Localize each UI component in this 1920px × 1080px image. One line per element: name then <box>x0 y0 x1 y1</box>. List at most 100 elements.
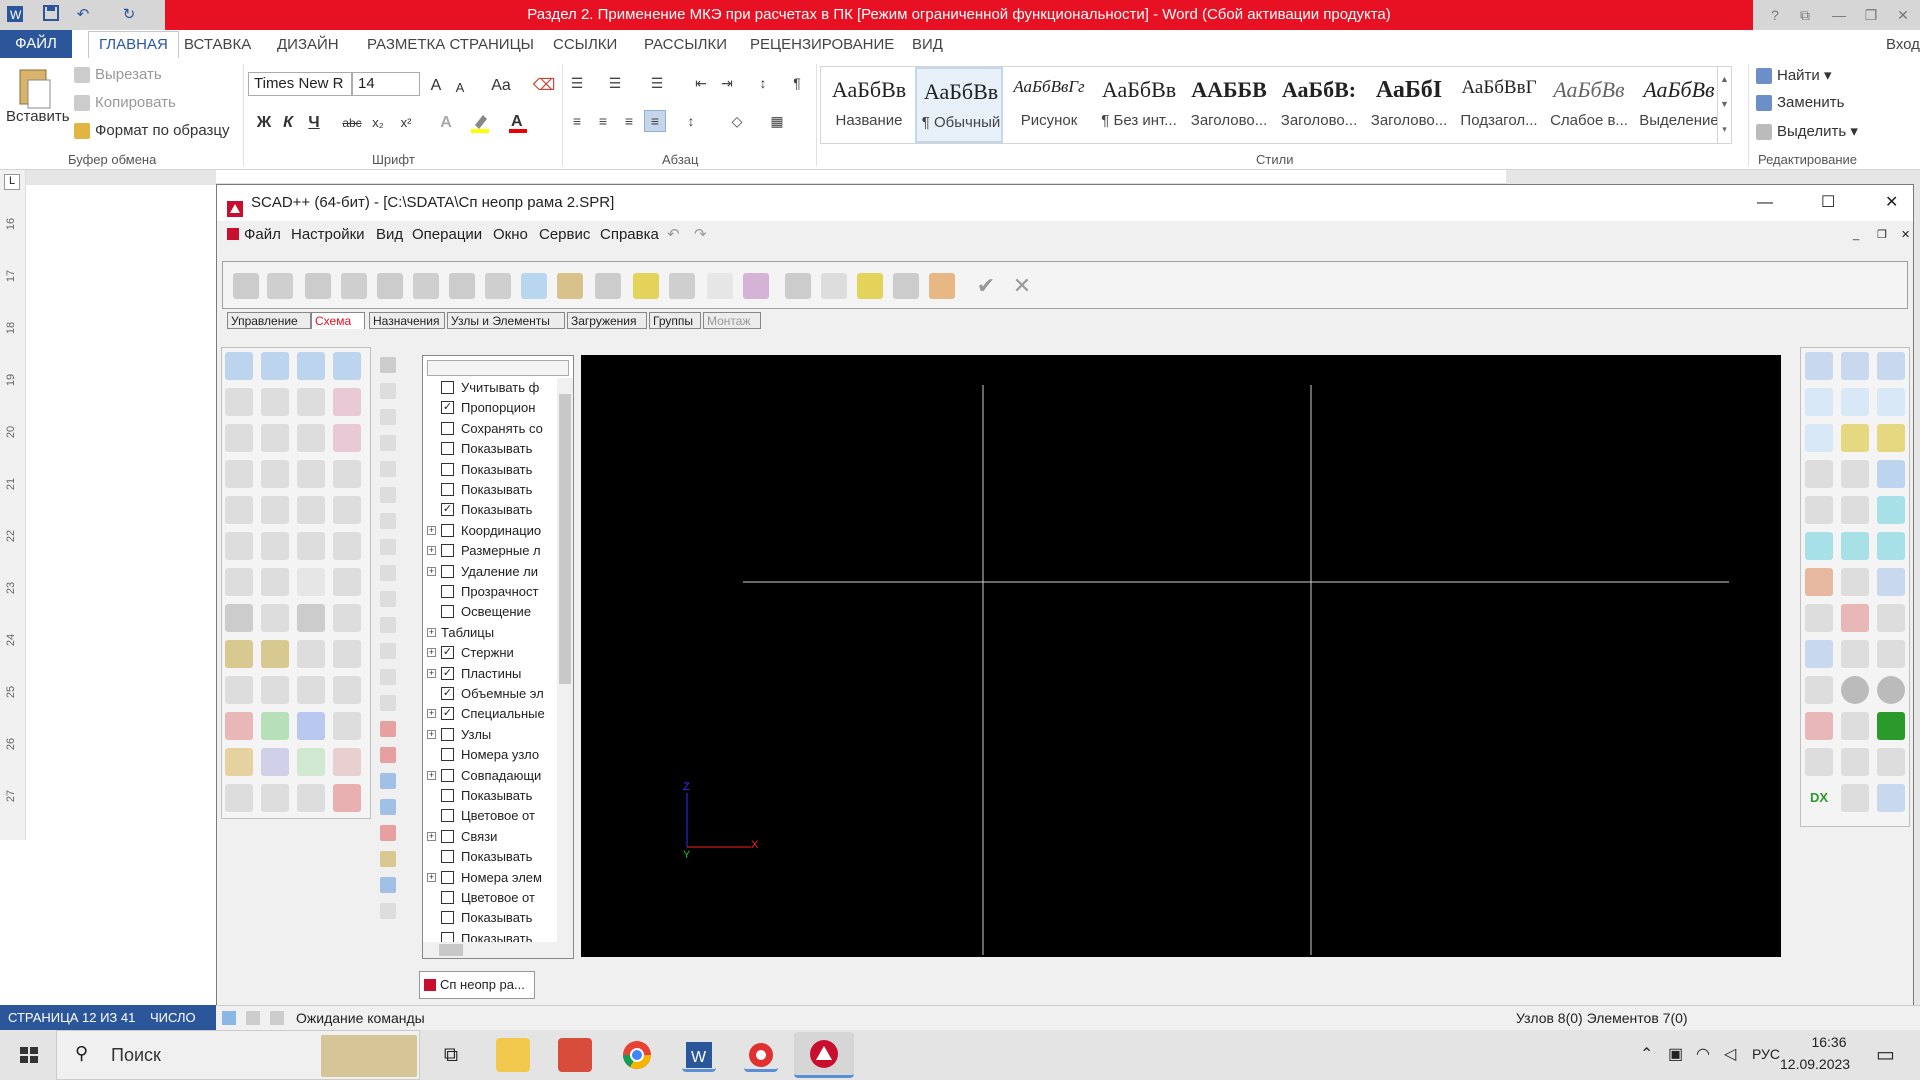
tool-icon[interactable] <box>225 676 253 704</box>
tool-icon[interactable] <box>380 461 396 477</box>
volume-icon[interactable]: ◁ <box>1724 1044 1736 1064</box>
tool-icon[interactable] <box>485 273 511 299</box>
grid-icon[interactable] <box>707 273 733 299</box>
dx-icon[interactable]: DX <box>1805 784 1833 812</box>
style-heading-3[interactable]: АаБбІ Заголово... <box>1365 67 1453 143</box>
tree-checkbox[interactable] <box>441 789 454 802</box>
cube-icon[interactable] <box>1877 532 1905 560</box>
scad-running-icon[interactable] <box>794 1032 854 1078</box>
tree-item[interactable]: + Размерные л <box>423 541 559 561</box>
projection-icon[interactable] <box>1877 460 1905 488</box>
replace-button[interactable]: Заменить <box>1756 94 1844 112</box>
view-icon[interactable] <box>1877 352 1905 380</box>
grow-font-button[interactable]: A <box>424 74 448 98</box>
cursor-icon[interactable] <box>380 409 396 425</box>
tool-icon[interactable] <box>225 424 253 452</box>
style-heading-1[interactable]: ААББВ Заголово... <box>1185 67 1273 143</box>
page-indicator[interactable]: СТРАНИЦА 12 ИЗ 41 <box>8 1005 135 1030</box>
tool-icon[interactable] <box>297 784 325 812</box>
style-normal[interactable]: АаБбВв ¶ Обычный <box>915 67 1003 143</box>
tool-icon[interactable] <box>225 604 253 632</box>
tool-icon[interactable] <box>380 565 396 581</box>
tool-icon[interactable] <box>380 487 396 503</box>
tab-references[interactable]: ССЫЛКИ <box>553 34 617 56</box>
tab-file[interactable]: ФАЙЛ <box>0 30 72 58</box>
rotate-icon[interactable] <box>1841 388 1869 416</box>
folder-icon[interactable] <box>1805 748 1833 776</box>
line-spacing-icon[interactable]: ↕ <box>680 110 702 132</box>
spring-tool-icon[interactable] <box>333 352 361 380</box>
expand-icon[interactable]: + <box>427 627 436 637</box>
scad-close-button[interactable]: ✕ <box>1885 185 1898 221</box>
tree-item[interactable]: Цветовое от <box>423 888 559 908</box>
projection-icon[interactable] <box>1805 460 1833 488</box>
expand-icon[interactable]: + <box>427 566 436 576</box>
tool-icon[interactable] <box>297 460 325 488</box>
tool-icon[interactable] <box>261 784 289 812</box>
undo-icon[interactable]: ↶ <box>667 225 680 245</box>
font-name-select[interactable]: Times New R <box>248 72 352 96</box>
expand-icon[interactable]: + <box>427 831 436 841</box>
tool-icon[interactable] <box>1805 640 1833 668</box>
tree-checkbox[interactable] <box>441 809 454 823</box>
tree-item[interactable]: Освещение <box>423 602 559 622</box>
tree-item[interactable]: Цветовое от <box>423 806 559 826</box>
tree-checkbox[interactable] <box>441 523 454 537</box>
tree-item[interactable]: + ✓ Пластины <box>423 664 559 684</box>
tab-scheme[interactable]: Схема <box>311 312 365 329</box>
tool-icon[interactable] <box>333 532 361 560</box>
tool-icon[interactable] <box>380 435 396 451</box>
view-icon[interactable] <box>1841 352 1869 380</box>
tool-icon[interactable] <box>1877 640 1905 668</box>
tree-checkbox[interactable] <box>441 748 454 762</box>
tool-icon[interactable] <box>380 617 396 633</box>
tool-icon[interactable] <box>225 712 253 740</box>
align-center-icon[interactable]: ≡ <box>592 110 614 132</box>
view-icon[interactable] <box>1805 352 1833 380</box>
tool-icon[interactable] <box>380 773 396 789</box>
shading-icon[interactable]: ◇ <box>726 110 748 132</box>
tool-icon[interactable] <box>341 273 367 299</box>
strikethrough-button[interactable]: abc <box>340 111 364 135</box>
borders-icon[interactable]: ▦ <box>766 110 788 132</box>
tool-icon[interactable] <box>380 695 396 711</box>
tool-icon[interactable] <box>380 513 396 529</box>
undo-icon[interactable] <box>380 903 396 919</box>
tree-item[interactable]: + ✓ Стержни <box>423 643 559 663</box>
explorer-icon[interactable] <box>496 1038 530 1072</box>
undo-icon[interactable]: ↶ <box>72 4 94 26</box>
cut-button[interactable]: Вырезать <box>74 66 162 84</box>
tool-icon[interactable] <box>633 273 659 299</box>
tool-icon[interactable] <box>1841 604 1869 632</box>
tree-item[interactable]: + Узлы <box>423 725 559 745</box>
scad-maximize-button[interactable]: ☐ <box>1821 185 1835 221</box>
cube-icon[interactable] <box>1841 532 1869 560</box>
bullets-icon[interactable]: ☰ <box>566 72 588 94</box>
tool-icon[interactable] <box>297 748 325 776</box>
tree-item[interactable]: ✓ Показывать <box>423 500 559 520</box>
folder-icon[interactable] <box>1841 748 1869 776</box>
tree-item[interactable]: + Совпадающи <box>423 766 559 786</box>
tool-icon[interactable] <box>521 273 547 299</box>
tree-item[interactable]: Показывать <box>423 460 559 480</box>
paste-button[interactable]: Вставить <box>6 108 70 125</box>
tree-item[interactable]: + Номера элем <box>423 868 559 888</box>
tab-assignments[interactable]: Назначения <box>369 312 445 329</box>
clear-format-icon[interactable]: ⌫ <box>532 74 556 98</box>
status-icon[interactable] <box>246 1011 260 1025</box>
tree-checkbox[interactable] <box>441 911 454 925</box>
tree-item[interactable]: Показывать <box>423 847 559 867</box>
tool-icon[interactable] <box>261 640 289 668</box>
tool-icon[interactable] <box>1805 676 1833 704</box>
italic-button[interactable]: К <box>276 111 300 135</box>
justify-icon[interactable]: ≡ <box>644 110 666 132</box>
ribbon-display-icon[interactable]: ⧉ <box>1790 3 1820 27</box>
style-subtitle[interactable]: АаБбВвГ Подзагол... <box>1455 67 1543 143</box>
underline-button[interactable]: Ч <box>302 111 326 135</box>
align-right-icon[interactable]: ≡ <box>618 110 640 132</box>
menu-file[interactable]: Файл <box>244 225 281 245</box>
tool-icon[interactable] <box>821 273 847 299</box>
status-icon[interactable] <box>222 1011 236 1025</box>
tree-checkbox[interactable]: ✓ <box>441 666 454 680</box>
tool-icon[interactable] <box>333 568 361 596</box>
